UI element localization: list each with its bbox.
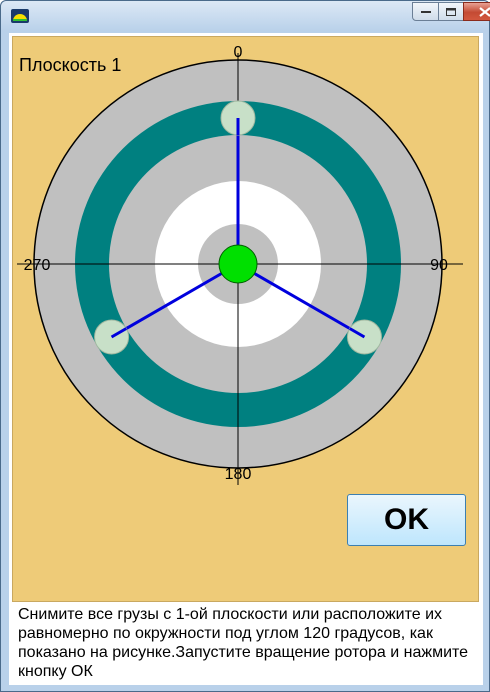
hub <box>218 244 258 284</box>
close-icon <box>479 6 490 17</box>
angle-label-90: 90 <box>430 257 448 274</box>
client-area: Плоскость 1 0 90 180 270 OK Снимите все … <box>9 33 483 685</box>
minimize-button[interactable] <box>412 2 439 21</box>
angle-label-270: 270 <box>24 257 51 274</box>
ok-button[interactable]: OK <box>347 494 466 546</box>
dialog-window: Плоскость 1 0 90 180 270 OK Снимите все … <box>0 0 490 692</box>
angle-label-0: 0 <box>234 44 243 61</box>
minimize-icon <box>420 10 431 13</box>
maximize-button[interactable] <box>438 2 464 21</box>
title-bar[interactable] <box>1 1 490 31</box>
instructions-text: Снимите все грузы с 1-ой плоскости или р… <box>12 603 479 683</box>
maximize-icon <box>446 7 456 16</box>
close-button[interactable] <box>463 2 490 21</box>
angle-label-180: 180 <box>225 466 252 483</box>
app-icon <box>11 9 29 23</box>
balance-canvas: Плоскость 1 0 90 180 270 OK <box>12 36 479 602</box>
